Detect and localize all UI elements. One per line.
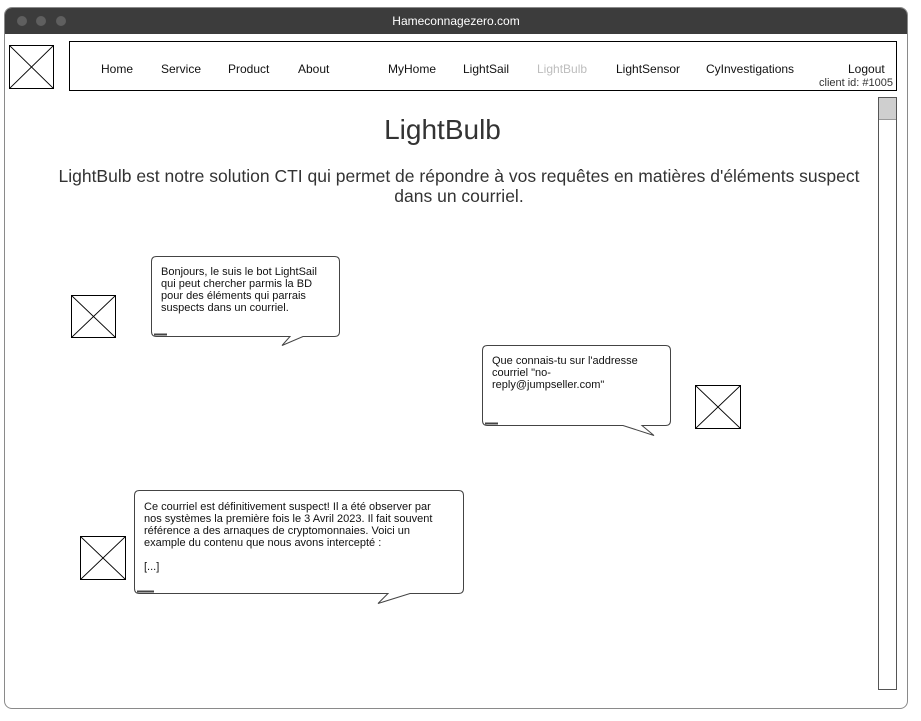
navigation-bar: Home Service Product About MyHome LightS… (69, 41, 897, 91)
chat-message-text: Que connais-tu sur l'addresse courriel "… (492, 355, 638, 391)
title-bar: Hameconnagezero.com (5, 8, 907, 34)
page-description: LightBulb est notre solution CTI qui per… (58, 166, 860, 206)
nav-myhome-link[interactable]: MyHome (388, 62, 436, 76)
nav-service-link[interactable]: Service (161, 62, 201, 76)
nav-lightbulb-link[interactable]: LightBulb (537, 62, 587, 76)
chat-message-ellipsis: [...] (144, 561, 160, 573)
vertical-scrollbar[interactable] (878, 97, 897, 690)
nav-cyinvestigations-link[interactable]: CyInvestigations (706, 62, 794, 76)
nav-lightsail-link[interactable]: LightSail (463, 62, 509, 76)
nav-about-link[interactable]: About (298, 62, 329, 76)
chat-bubble-bot-1: Bonjours, le suis le bot LightSail qui p… (151, 256, 341, 348)
nav-home-link[interactable]: Home (101, 62, 133, 76)
chat-bubble-bot-2: Ce courriel est définitivement suspect! … (134, 490, 466, 606)
nav-logout-link[interactable]: Logout (848, 62, 885, 76)
chat-message-text: Ce courriel est définitivement suspect! … (144, 501, 433, 549)
bot-avatar (71, 295, 116, 338)
window-title: Hameconnagezero.com (392, 14, 520, 28)
scrollbar-thumb[interactable] (879, 98, 896, 120)
client-id-label: client id: #1005 (819, 77, 893, 89)
user-avatar (695, 385, 741, 429)
logo-image-placeholder[interactable] (9, 45, 54, 89)
chat-bubble-user-1: Que connais-tu sur l'addresse courriel "… (482, 345, 672, 437)
nav-lightsensor-link[interactable]: LightSensor (616, 62, 680, 76)
browser-window: Hameconnagezero.com Home Service Product… (4, 7, 908, 709)
nav-product-link[interactable]: Product (228, 62, 269, 76)
chat-message-text: Bonjours, le suis le bot LightSail qui p… (161, 266, 317, 314)
bot-avatar (80, 536, 126, 580)
page-title: LightBulb (384, 114, 501, 145)
